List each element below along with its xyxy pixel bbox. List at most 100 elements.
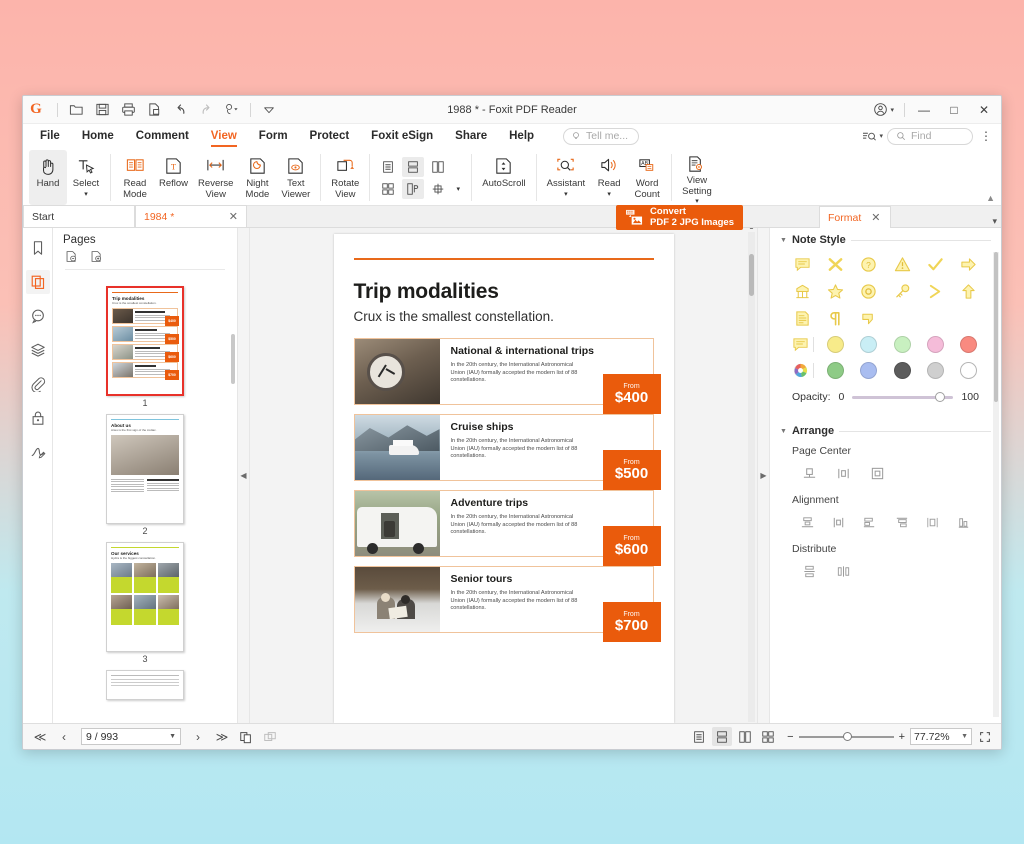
format-panel-scrollbar[interactable] [993,252,999,717]
note-color-blue[interactable] [860,362,878,379]
save-icon[interactable] [90,99,114,121]
continuous-layout-button[interactable] [402,156,425,177]
ribbon-text-viewer[interactable]: Text Viewer [276,150,315,205]
ribbon-rotate-view[interactable]: Rotate View [326,150,364,205]
align-right-icon[interactable] [854,511,885,533]
note-color-cyan[interactable] [860,336,878,353]
caution-note-icon[interactable] [886,254,919,274]
arrange-header[interactable]: ▼ Arrange [780,425,991,437]
zoom-out-button[interactable]: − [787,731,793,743]
duplicate-page-icon[interactable] [259,727,281,747]
tab-overflow-icon[interactable]: ▾ [992,216,1001,227]
center-both-icon[interactable] [860,462,894,484]
menu-protect[interactable]: Protect [299,127,361,145]
menu-form[interactable]: Form [248,127,299,145]
distribute-vertically-icon[interactable] [792,560,826,582]
document-view[interactable]: Trip modalities Crux is the smallest con… [250,228,757,723]
opacity-slider[interactable] [852,391,954,402]
ribbon-read[interactable]: Read ▾ [590,150,628,205]
align-left-icon[interactable] [792,511,823,533]
chevron-down-icon[interactable]: ▾ [564,190,568,198]
ribbon-autoscroll[interactable]: AutoScroll [477,150,530,205]
collapse-right-panel-button[interactable]: ▶ [757,228,769,723]
menu-view[interactable]: View [200,127,248,147]
align-center-icon[interactable] [823,511,854,533]
find-input[interactable]: Find [887,127,973,145]
menu-home[interactable]: Home [71,127,125,145]
page-number-input[interactable]: 9 / 993 ▼ [81,728,181,745]
close-button[interactable]: ✕ [969,97,999,123]
single-page-layout-button[interactable] [377,157,399,177]
note-color-yellow[interactable] [827,336,845,353]
copy-page-icon[interactable] [235,727,257,747]
next-page-button[interactable]: › [187,727,209,747]
insert-note-icon[interactable] [786,281,819,301]
last-page-button[interactable]: ≫ [211,727,233,747]
first-page-button[interactable]: ≪ [29,727,51,747]
page-thumbnails-icon[interactable] [25,270,50,294]
thumbnail-page-4[interactable] [106,670,184,700]
center-vertically-icon[interactable] [792,462,826,484]
search-options-button[interactable]: ▾ [862,130,883,143]
ribbon-read-mode[interactable]: Read Mode [116,150,154,205]
zoom-in-button[interactable]: + [899,731,905,743]
document-scrollbar-thumb[interactable] [749,254,754,296]
thumbnail-scrollbar[interactable] [231,334,235,384]
note-color-red[interactable] [959,336,977,353]
chevron-down-icon[interactable]: ▾ [695,197,699,205]
continuous-facing-layout-button[interactable] [377,179,399,199]
touch-mode-icon[interactable] [220,99,244,121]
tell-me-search[interactable]: Tell me... [563,127,640,145]
facing-view-icon[interactable] [735,727,755,746]
tab-start[interactable]: Start [23,205,135,227]
current-note-style-icon[interactable] [792,336,809,353]
tab-1984[interactable]: 1984 * ✕ [135,205,247,227]
zoom-slider[interactable] [798,731,894,741]
export-icon[interactable] [142,99,166,121]
ribbon-reverse-view[interactable]: Reverse View [193,150,238,205]
customize-icon[interactable] [257,99,281,121]
distribute-horizontally-icon[interactable] [826,560,860,582]
note-color-dark-gray[interactable] [893,362,911,379]
note-color-pink[interactable] [926,336,944,353]
collapse-ribbon-icon[interactable]: ▲ [986,193,995,203]
note-page-icon[interactable] [786,308,819,328]
star-note-icon[interactable] [819,281,852,301]
previous-page-button[interactable]: ‹ [53,727,75,747]
print-icon[interactable] [116,99,140,121]
comment-note-icon[interactable] [786,254,819,274]
thumbnail-page-2[interactable]: About us Aries is the first sign of the … [106,414,184,536]
note-color-green[interactable] [827,362,845,379]
note-color-light-gray[interactable] [926,362,944,379]
split-view-chevron-icon[interactable]: ▾ [452,179,464,199]
up-arrow-note-icon[interactable] [952,281,985,301]
chevron-down-icon[interactable]: ▼ [169,733,176,740]
document-scrollbar[interactable]: ▲ ▼ [748,228,755,722]
single-page-view-icon[interactable] [689,727,709,746]
color-wheel-icon[interactable] [792,362,809,379]
ribbon-hand-tool[interactable]: Hand [29,150,67,205]
zoom-out-pages-icon[interactable] [65,250,78,263]
fullscreen-icon[interactable] [975,727,995,746]
maximize-button[interactable]: □ [939,97,969,123]
ribbon-select-tool[interactable]: Select ▾ [67,150,105,205]
align-top-icon[interactable] [886,511,917,533]
chevron-down-icon[interactable]: ▾ [84,190,88,198]
cross-note-icon[interactable] [819,254,852,274]
layers-icon[interactable] [26,338,50,362]
separate-cover-page-button[interactable] [402,178,425,199]
collapse-left-panel-button[interactable]: ◀ [238,228,250,723]
note-color-green-light[interactable] [893,336,911,353]
ribbon-reflow[interactable]: T Reflow [154,150,193,205]
circle-note-icon[interactable] [852,281,885,301]
format-panel-scrollbar-thumb[interactable] [994,252,998,402]
center-horizontally-icon[interactable] [826,462,860,484]
thumbnail-list[interactable]: Trip modalities Crux is the smallest con… [53,274,237,723]
flag-arrow-note-icon[interactable] [852,308,885,328]
scroll-up-icon[interactable]: ▲ [748,228,755,232]
comments-icon[interactable] [26,304,50,328]
document-scrollbar-track[interactable] [748,232,755,722]
account-button[interactable]: ▾ [873,102,894,117]
more-options-icon[interactable]: ⋮ [977,129,995,143]
zoom-level-input[interactable]: 77.72% ▼ [910,728,972,745]
